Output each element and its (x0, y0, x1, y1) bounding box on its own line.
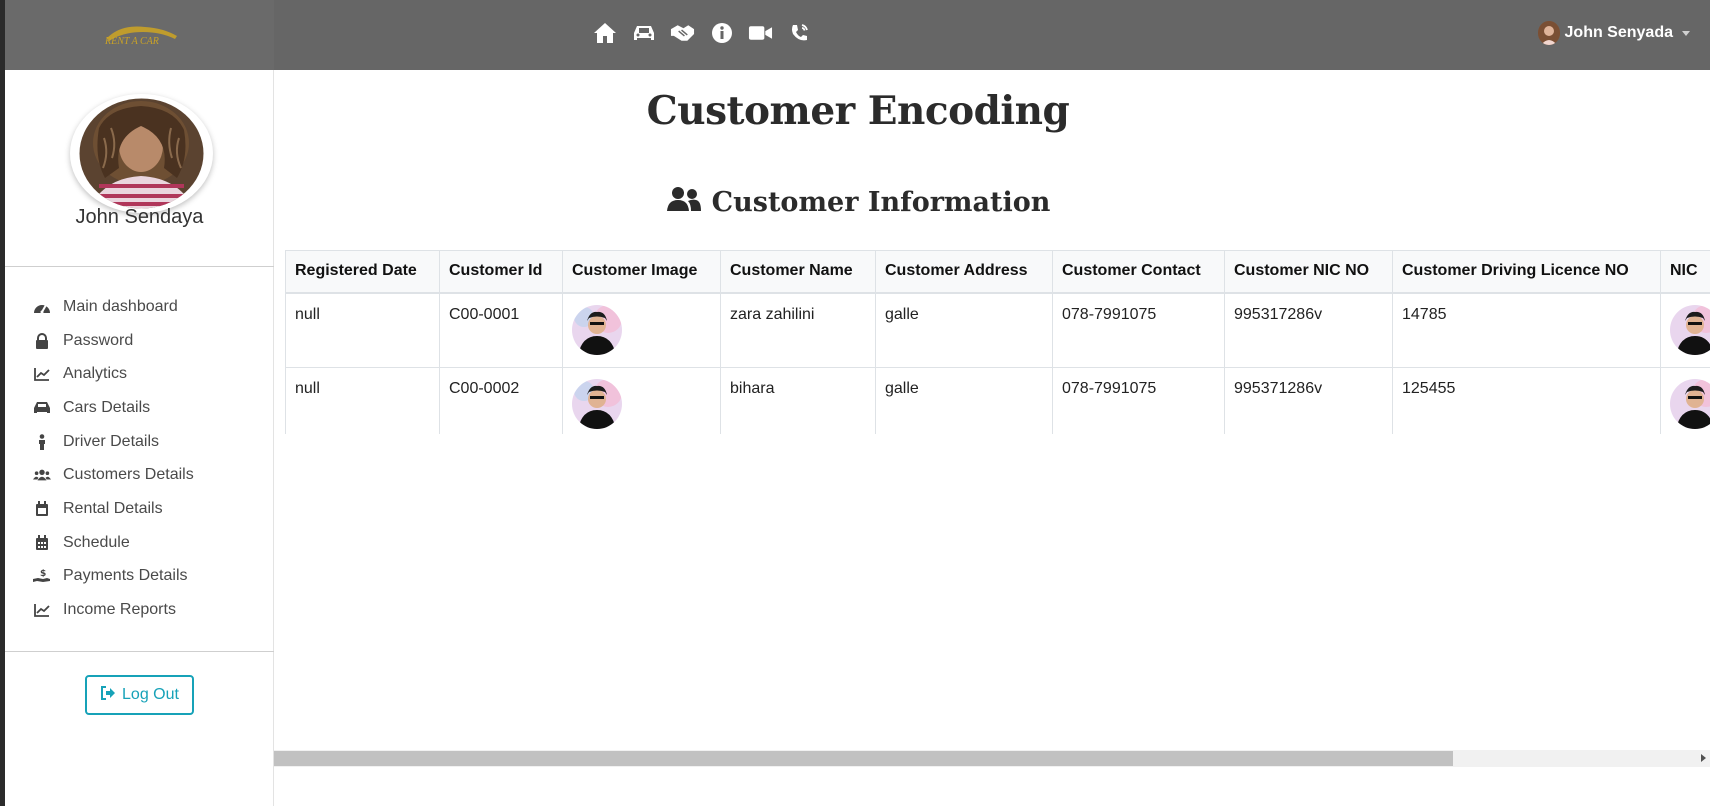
cell-nic-image (1660, 367, 1710, 434)
column-header: Customer Image (562, 250, 721, 294)
car-icon (33, 399, 51, 417)
chart-line-icon (33, 365, 51, 383)
sidebar-item-schedule[interactable]: Schedule (33, 526, 194, 560)
sidebar-item-driver-details[interactable]: Driver Details (33, 425, 194, 459)
user-name: John Senyada (1564, 24, 1673, 41)
cell-customer-address: galle (875, 292, 1053, 368)
column-header: Customer Id (439, 250, 563, 294)
cell-customer-contact: 078-7991075 (1052, 367, 1225, 434)
sidebar-item-cars-details[interactable]: Cars Details (33, 391, 194, 425)
cell-customer-nic: 995371286v (1224, 367, 1393, 434)
logout-label: Log Out (122, 686, 179, 703)
nic-photo (1670, 305, 1710, 355)
cell-registered-date: null (285, 292, 440, 368)
section-title-label: Customer Information (711, 187, 1051, 218)
cell-registered-date: null (285, 367, 440, 434)
top-nav-icons (592, 20, 812, 45)
phone-volume-icon[interactable] (787, 20, 812, 45)
sign-out-icon (100, 685, 116, 705)
car-icon[interactable] (631, 20, 656, 45)
cell-driving-licence: 125455 (1392, 367, 1661, 434)
cell-customer-id: C00-0001 (439, 292, 563, 368)
horizontal-scrollbar[interactable] (274, 750, 1710, 767)
sidebar-menu: Main dashboard Password Analytics Cars D… (33, 290, 194, 627)
top-navbar: RENT A CAR John Senyada (5, 0, 1710, 70)
customer-photo (572, 379, 622, 429)
scrollbar-thumb[interactable] (274, 751, 1453, 766)
users-icon (33, 466, 51, 484)
chevron-down-icon (1682, 30, 1690, 36)
column-header: Customer Name (720, 250, 876, 294)
brand-logo[interactable]: RENT A CAR (101, 22, 183, 50)
customer-photo (572, 305, 622, 355)
sidebar-item-payments-details[interactable]: $ Payments Details (33, 560, 194, 594)
profile-avatar (70, 94, 213, 213)
column-header: Customer Address (875, 250, 1053, 294)
column-header: NIC (1660, 250, 1710, 294)
profile-name: John Sendaya (75, 206, 204, 228)
lock-icon (33, 332, 51, 350)
table-row[interactable]: null C00-0002 bihara galle 078-7991075 9… (285, 367, 1710, 434)
customer-table-container[interactable]: Registered Date Customer Id Customer Ima… (285, 250, 1710, 434)
brand-zone: RENT A CAR (5, 0, 274, 70)
table-header-row: Registered Date Customer Id Customer Ima… (285, 250, 1710, 294)
main-content: Customer Encoding Customer Information R… (274, 70, 1710, 806)
chart-line-icon (33, 601, 51, 619)
nic-photo (1670, 379, 1710, 429)
column-header: Customer Driving Licence NO (1392, 250, 1661, 294)
table-row[interactable]: null C00-0001 zara zahilini galle 078-79… (285, 292, 1710, 368)
logout-button[interactable]: Log Out (85, 675, 194, 715)
sidebar-item-rental-details[interactable]: Rental Details (33, 492, 194, 526)
cell-customer-image (562, 292, 721, 368)
column-header: Customer Contact (1052, 250, 1225, 294)
sidebar-item-analytics[interactable]: Analytics (33, 357, 194, 391)
cell-customer-nic: 995317286v (1224, 292, 1393, 368)
cell-customer-image (562, 367, 721, 434)
users-icon (666, 186, 702, 219)
handshake-icon[interactable] (670, 20, 695, 45)
divider (5, 266, 274, 267)
column-header: Customer NIC NO (1224, 250, 1393, 294)
cell-nic-image (1660, 292, 1710, 368)
sidebar-item-customers-details[interactable]: Customers Details (33, 458, 194, 492)
cell-customer-id: C00-0002 (439, 367, 563, 434)
column-header: Registered Date (285, 250, 440, 294)
video-icon[interactable] (748, 20, 773, 45)
cell-driving-licence: 14785 (1392, 292, 1661, 368)
page-title: Customer Encoding (646, 88, 1070, 134)
customer-table: Registered Date Customer Id Customer Ima… (285, 250, 1710, 434)
svg-text:RENT A CAR: RENT A CAR (104, 36, 159, 47)
hand-holding-dollar-icon: $ (33, 567, 51, 585)
cell-customer-name: zara zahilini (720, 292, 876, 368)
avatar (1537, 21, 1560, 45)
sidebar-item-main-dashboard[interactable]: Main dashboard (33, 290, 194, 324)
info-circle-icon[interactable] (709, 20, 734, 45)
sidebar-item-income-reports[interactable]: Income Reports (33, 593, 194, 627)
section-title: Customer Information (274, 186, 1442, 219)
svg-text:$: $ (40, 569, 46, 579)
cell-customer-address: galle (875, 367, 1053, 434)
sidebar-item-password[interactable]: Password (33, 324, 194, 358)
person-icon (33, 433, 51, 451)
sidebar: John Sendaya Main dashboard Password Ana… (5, 70, 274, 806)
user-dropdown[interactable]: John Senyada (1537, 21, 1690, 45)
cell-customer-name: bihara (720, 367, 876, 434)
cell-customer-contact: 078-7991075 (1052, 292, 1225, 368)
scroll-right-arrow-icon[interactable] (1701, 754, 1706, 762)
calendar-alt-icon (33, 534, 51, 552)
calendar-icon (33, 500, 51, 518)
divider (5, 651, 274, 652)
tachometer-icon (33, 298, 51, 316)
home-icon[interactable] (592, 20, 617, 45)
